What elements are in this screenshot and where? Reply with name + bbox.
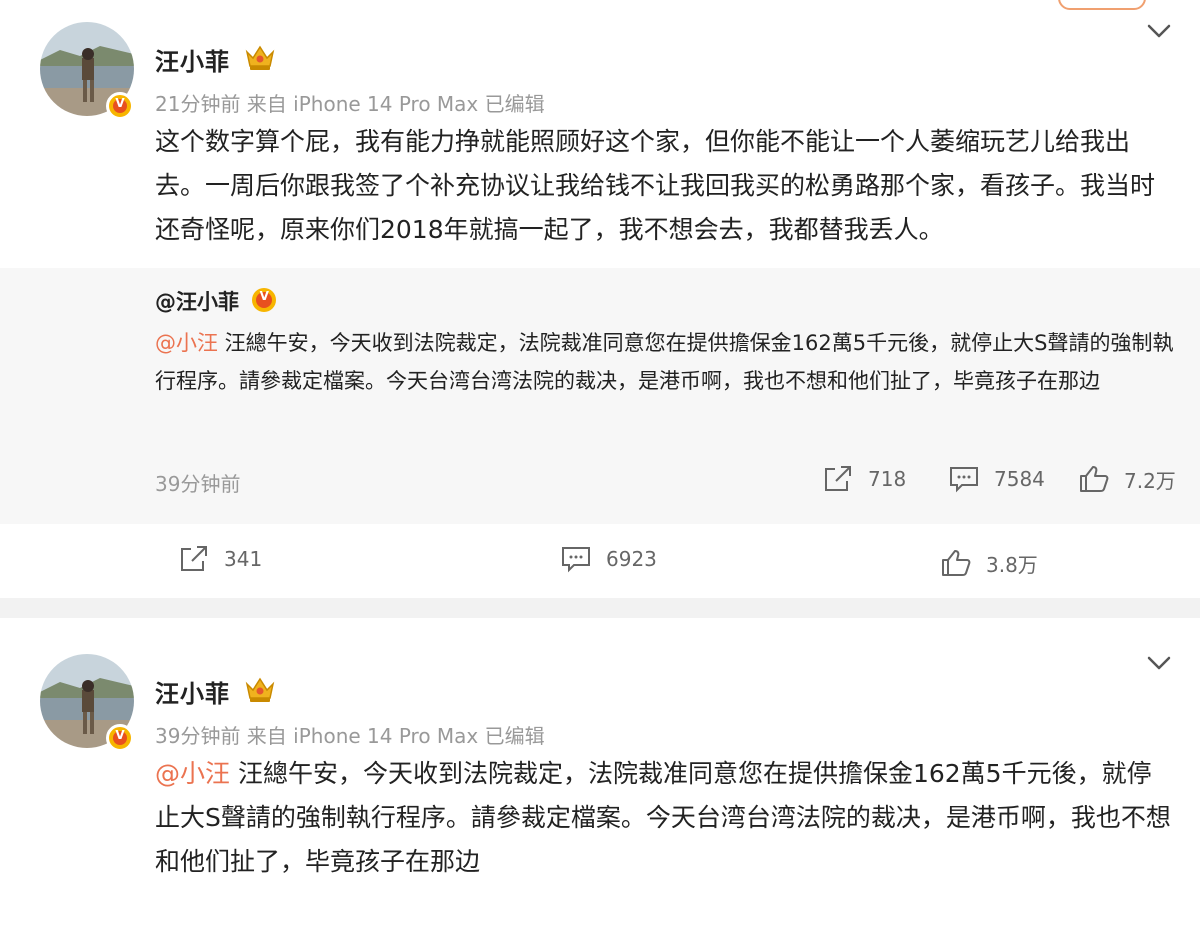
comment-count: 6923 bbox=[606, 547, 657, 571]
comment-button[interactable]: 6923 bbox=[560, 544, 657, 574]
share-icon bbox=[825, 466, 851, 491]
crown-icon bbox=[245, 45, 275, 70]
repost-body: 汪總午安，今天收到法院裁定，法院裁准同意您在提供擔保金162萬5千元後，就停止大… bbox=[155, 331, 1174, 393]
username[interactable]: 汪小菲 bbox=[155, 42, 230, 77]
share-button[interactable]: 341 bbox=[178, 544, 262, 574]
repost-block[interactable]: @汪小菲 V @小汪 汪總午安，今天收到法院裁定，法院裁准同意您在提供擔保金16… bbox=[0, 268, 1200, 524]
chevron-down-icon[interactable] bbox=[1146, 654, 1172, 672]
repost-like-button[interactable]: 7.2万 bbox=[1078, 464, 1176, 494]
mention-link[interactable]: @小汪 bbox=[155, 759, 230, 788]
verified-badge-icon: V bbox=[106, 724, 134, 752]
username[interactable]: 汪小菲 bbox=[155, 674, 230, 709]
top-button-clip[interactable] bbox=[1058, 0, 1146, 10]
mention-link[interactable]: @小汪 bbox=[155, 331, 218, 355]
repost-time: 39分钟前 bbox=[155, 472, 241, 496]
like-button[interactable]: 3.8万 bbox=[940, 548, 1038, 578]
repost-comment-count: 7584 bbox=[994, 467, 1045, 491]
post-meta: 21分钟前 来自 iPhone 14 Pro Max 已编辑 bbox=[155, 92, 545, 116]
repost-username[interactable]: @汪小菲 V bbox=[155, 286, 277, 316]
weibo-post-2: V 汪小菲 39分钟前 来自 iPhone 14 Pro Max 已编辑 @小汪… bbox=[0, 618, 1200, 938]
post-text: 这个数字算个屁，我有能力挣就能照顾好这个家，但你能不能让一个人萎缩玩艺儿给我出去… bbox=[155, 127, 1156, 244]
comment-icon bbox=[950, 467, 978, 493]
post-body: 汪總午安，今天收到法院裁定，法院裁准同意您在提供擔保金162萬5千元後，就停止大… bbox=[155, 759, 1171, 876]
repost-user-label[interactable]: @汪小菲 bbox=[155, 290, 239, 314]
like-count: 3.8万 bbox=[986, 552, 1038, 577]
comment-icon bbox=[562, 547, 590, 573]
like-icon bbox=[942, 550, 971, 576]
post-text: @小汪 汪總午安，今天收到法院裁定，法院裁准同意您在提供擔保金162萬5千元後，… bbox=[155, 752, 1175, 884]
chevron-down-icon[interactable] bbox=[1146, 22, 1172, 40]
crown-icon bbox=[245, 677, 275, 702]
post-meta: 39分钟前 来自 iPhone 14 Pro Max 已编辑 bbox=[155, 724, 545, 748]
verified-badge-icon: V bbox=[252, 288, 277, 312]
weibo-post-1: V 汪小菲 21分钟前 来自 iPhone 14 Pro Max 已编辑 这个数… bbox=[0, 0, 1200, 598]
like-icon bbox=[1080, 466, 1109, 492]
repost-like-count: 7.2万 bbox=[1124, 468, 1176, 493]
repost-text: @小汪 汪總午安，今天收到法院裁定，法院裁准同意您在提供擔保金162萬5千元後，… bbox=[155, 324, 1180, 400]
repost-comment-button[interactable]: 7584 bbox=[948, 464, 1045, 494]
verified-badge-icon: V bbox=[106, 92, 134, 120]
repost-share-count: 718 bbox=[868, 467, 907, 491]
share-icon bbox=[181, 546, 207, 571]
repost-share-button[interactable]: 718 bbox=[822, 464, 906, 494]
share-count: 341 bbox=[224, 547, 263, 571]
